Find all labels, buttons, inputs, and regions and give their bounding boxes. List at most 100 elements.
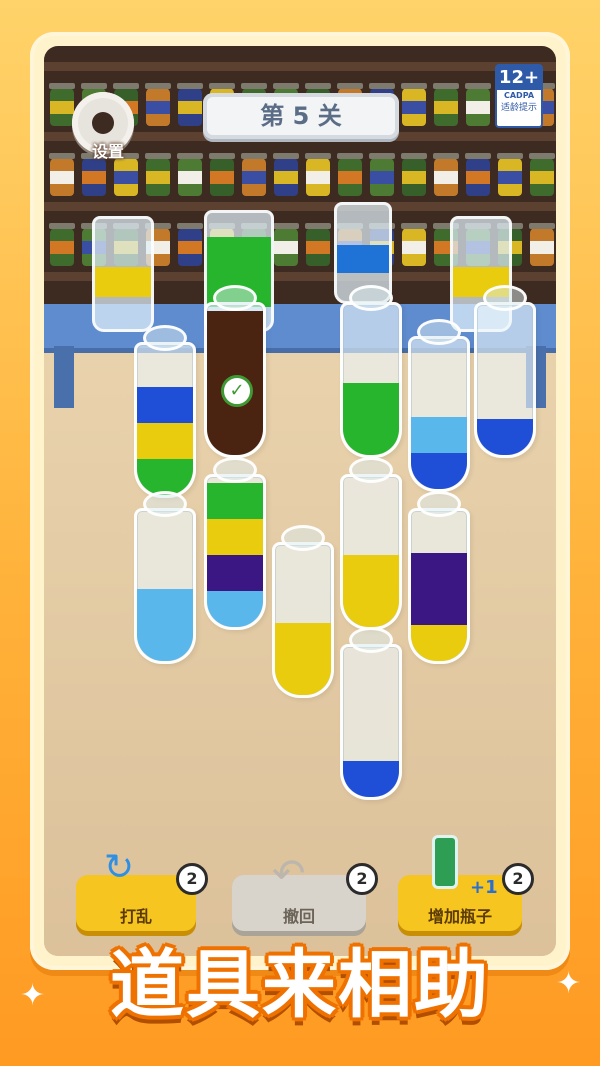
age-rating-badge: 12+ CADPA 适龄提示 [495, 64, 543, 128]
add-bottle-button[interactable]: +1 增加瓶子 2 [398, 835, 534, 931]
liquid-layer-blue [137, 387, 193, 423]
shelf-jar [145, 153, 171, 196]
tube-liquid [343, 383, 399, 455]
shelf-jar [401, 83, 427, 126]
shelf-jar [465, 83, 491, 126]
tube-1-3[interactable] [340, 285, 402, 458]
shelf-jar [145, 83, 171, 126]
undo-label: 撤回 [282, 907, 315, 926]
liquid-layer-yellow [275, 659, 331, 695]
tube-lip [349, 285, 393, 311]
add-bottle-count-badge: 2 [502, 863, 534, 895]
shelf-jar [369, 153, 395, 196]
sparkle-icon: ✦ [20, 978, 46, 1013]
liquid-layer-yellow [343, 591, 399, 627]
tube-lip [213, 457, 257, 483]
liquid-layer-brown [207, 311, 263, 347]
tube-2-4[interactable] [340, 457, 402, 630]
shelf-jar [337, 153, 363, 196]
liquid-layer-yellow [207, 519, 263, 555]
shelf-jar [529, 223, 555, 266]
undo-count-badge: 2 [346, 863, 378, 895]
liquid-layer-yellow [411, 625, 467, 661]
liquid-layer-purple [411, 553, 467, 589]
shelf-jar [529, 153, 555, 196]
tube-liquid [477, 419, 533, 455]
liquid-layer-blue [411, 453, 467, 489]
tube-lip [349, 627, 393, 653]
tube-lip [213, 285, 257, 311]
promo-slogan: 道具来相助 [110, 942, 490, 1028]
tube-1-5[interactable] [474, 285, 536, 458]
shelf-jar [465, 153, 491, 196]
shuffle-icon: ↻ [104, 847, 135, 888]
liquid-layer-green [343, 383, 399, 419]
undo-button[interactable]: ↶ 撤回 2 [232, 851, 378, 931]
tube-liquid [207, 483, 263, 627]
liquid-layer-light_blue [137, 625, 193, 661]
tube-liquid [343, 761, 399, 797]
shelf-jar [433, 83, 459, 126]
shelf-jar [49, 223, 75, 266]
liquid-layer-blue [477, 419, 533, 455]
add-bottle-bonus: +1 [470, 877, 498, 898]
shuffle-button[interactable]: ↻ 打乱 2 [76, 847, 208, 931]
tube-lip [349, 457, 393, 483]
shelf-jar [305, 153, 331, 196]
liquid-layer-light_blue [411, 417, 467, 453]
settings-button[interactable]: 设置 [72, 92, 134, 161]
tube-liquid [343, 555, 399, 627]
lemon-label-band [95, 267, 151, 297]
tube-liquid [411, 417, 467, 489]
liquid-layer-blue [343, 761, 399, 797]
tube-1-4[interactable] [408, 319, 470, 492]
check-icon: ✓ [221, 375, 253, 407]
tube-2-1[interactable] [134, 491, 196, 664]
shelf-jar [401, 223, 427, 266]
tube-2-5[interactable] [408, 491, 470, 664]
age-rating-org: CADPA [503, 91, 535, 100]
blue-cup-band [337, 245, 389, 273]
counter-leg [54, 346, 74, 408]
shelf-jar [177, 223, 203, 266]
age-rating-tip: 适龄提示 [500, 103, 537, 113]
liquid-layer-green [137, 459, 193, 495]
liquid-layer-green [343, 419, 399, 455]
tube-2-2[interactable] [204, 457, 266, 630]
liquid-layer-yellow [343, 555, 399, 591]
bottle-icon [432, 835, 458, 889]
liquid-layer-purple [411, 589, 467, 625]
shelf-board [44, 62, 556, 71]
settings-label: 设置 [91, 142, 124, 161]
tube-lip [281, 525, 325, 551]
tube-1-2[interactable]: ✓ [204, 285, 266, 458]
tube-1-1[interactable] [134, 325, 196, 498]
shelf-jar [49, 83, 75, 126]
tube-liquid [137, 589, 193, 661]
shelf-jar [273, 223, 299, 266]
shuffle-label: 打乱 [119, 907, 152, 926]
add-bottle-label: 增加瓶子 [427, 907, 492, 926]
shelf-jar [49, 153, 75, 196]
level-title: 第 5 关 [203, 93, 399, 139]
shelf-board [44, 202, 556, 211]
age-rating-value: 12+ [497, 66, 541, 90]
sparkle-icon: ✦ [556, 966, 582, 1001]
liquid-layer-light_blue [207, 591, 263, 627]
liquid-layer-brown [207, 419, 263, 455]
can-berry-lemon[interactable] [92, 216, 154, 332]
shelf-jar [241, 153, 267, 196]
liquid-layer-green [207, 483, 263, 519]
tube-lip [417, 319, 461, 345]
tube-lip [143, 325, 187, 351]
liquid-layer-yellow [137, 423, 193, 459]
tube-liquid [411, 553, 467, 661]
tube-2-3[interactable] [272, 525, 334, 698]
shelf-jar [113, 153, 139, 196]
tube-liquid [137, 387, 193, 495]
shelf-jar [209, 153, 235, 196]
tube-lip [143, 491, 187, 517]
shelf-jar [401, 153, 427, 196]
tube-3-1[interactable] [340, 627, 402, 800]
tube-lip [417, 491, 461, 517]
